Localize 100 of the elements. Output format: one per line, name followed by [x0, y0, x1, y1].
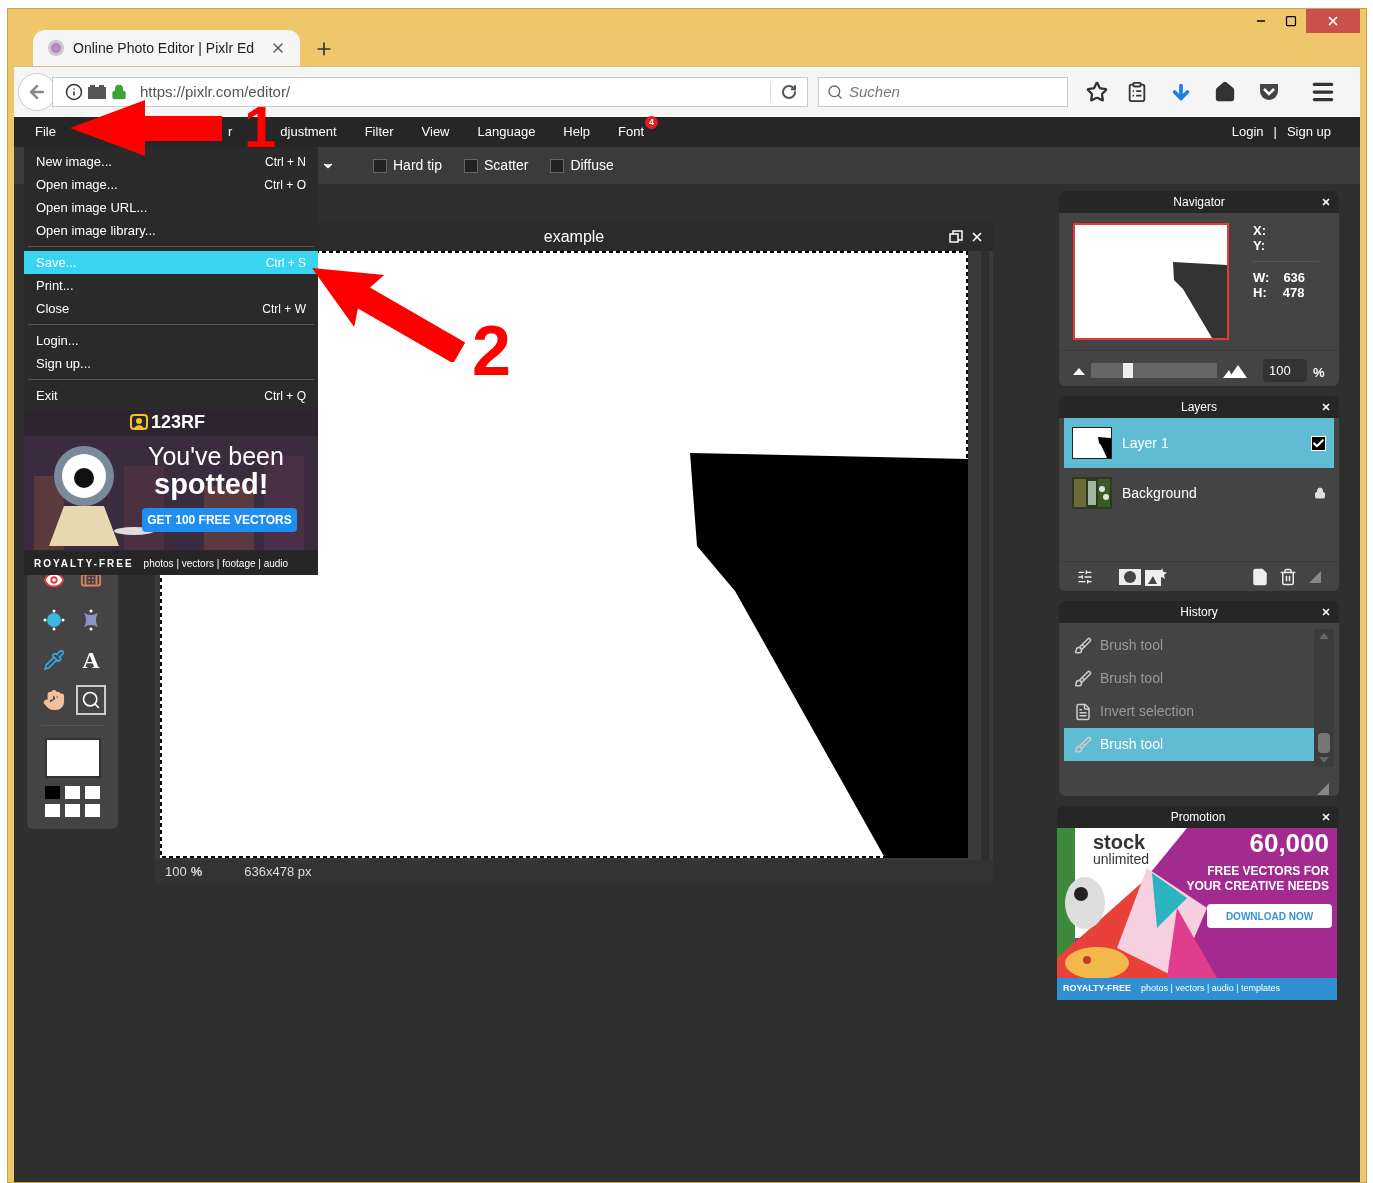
- text-tool[interactable]: A: [82, 648, 100, 672]
- checkbox[interactable]: [464, 158, 479, 173]
- download-button[interactable]: DOWNLOAD NOW: [1207, 904, 1332, 928]
- delete-icon[interactable]: [1279, 567, 1297, 586]
- zoom-slider[interactable]: [1091, 363, 1217, 379]
- url-text: https://pixlr.com/editor/: [140, 81, 291, 102]
- layer-name: Background: [1122, 483, 1197, 503]
- menu-item[interactable]: Language: [477, 122, 536, 142]
- scroll-thumb[interactable]: [1318, 733, 1330, 753]
- menu-item[interactable]: Open image library...: [24, 219, 318, 242]
- document-title: example: [543, 227, 605, 247]
- address-bar[interactable]: https://pixlr.com/editor/: [52, 77, 808, 107]
- menu-item[interactable]: Open image URL...: [24, 196, 318, 219]
- menu-item[interactable]: Exit Ctrl + Q: [24, 384, 318, 407]
- brush-icon: [1074, 735, 1092, 754]
- promo-links: photos | vectors | audio | templates: [1141, 982, 1281, 996]
- checkbox[interactable]: [550, 158, 565, 173]
- menu-item[interactable]: djustment: [280, 122, 337, 142]
- login-link[interactable]: Login: [1231, 122, 1264, 142]
- zoom-in-icon[interactable]: [1223, 363, 1247, 378]
- lock-icon: [111, 84, 127, 100]
- annotation-number: 2: [472, 316, 511, 386]
- search-field[interactable]: Suchen: [818, 77, 1068, 107]
- logo-icon: [130, 414, 148, 430]
- menu-item[interactable]: Filter: [364, 122, 394, 142]
- close-icon[interactable]: [1321, 402, 1331, 412]
- menu-item[interactable]: View: [421, 122, 450, 142]
- menu-item[interactable]: Close Ctrl + W: [24, 297, 318, 320]
- reading-list-icon[interactable]: [1126, 81, 1148, 103]
- close-icon[interactable]: [1321, 812, 1331, 822]
- layer-thumbnail: [1072, 427, 1112, 459]
- ad-tag: ROYALTY-FREE: [34, 555, 134, 571]
- visibility-checkbox[interactable]: [1311, 435, 1326, 451]
- search-icon: [827, 84, 843, 100]
- brush-icon: [1074, 669, 1092, 688]
- close-icon[interactable]: [1321, 197, 1331, 207]
- option-label: Hard tip: [393, 156, 443, 175]
- lock-icon: [1314, 487, 1326, 499]
- menu-item[interactable]: Font: [618, 122, 645, 142]
- menu-item[interactable]: Sign up...: [24, 352, 318, 375]
- signup-link[interactable]: Sign up: [1286, 122, 1331, 142]
- color-swatch[interactable]: [44, 738, 101, 778]
- ad-logo: 123RF: [151, 413, 206, 431]
- promotion-banner[interactable]: stock unlimited 60,000 FREE VECTORS FOR YOUR CREATIVE NEEDS DOWNLOAD NOW ROYALTY-FREE photos | vectors | audio | templates: [1057, 828, 1337, 1000]
- image-size: 636x478 px: [244, 863, 312, 882]
- close-icon[interactable]: [970, 230, 984, 244]
- panel-title: History: [1180, 604, 1218, 621]
- zoom-value: 100: [165, 863, 187, 882]
- color-swatch[interactable]: [65, 786, 80, 799]
- restore-icon[interactable]: [949, 230, 963, 244]
- panel-title: Layers: [1181, 399, 1217, 416]
- color-swatch[interactable]: [85, 786, 100, 799]
- zoom-out-icon[interactable]: [1073, 366, 1085, 375]
- zoom-unit: %: [1313, 364, 1325, 382]
- close-button[interactable]: [1306, 9, 1360, 33]
- color-swatch[interactable]: [85, 804, 100, 817]
- resize-handle-icon[interactable]: [1317, 783, 1329, 795]
- bookmark-icon[interactable]: [1086, 81, 1108, 103]
- menu-item[interactable]: Login...: [24, 329, 318, 352]
- tab-title: Online Photo Editor | Pixlr Ed: [73, 38, 255, 58]
- slider-thumb[interactable]: [1123, 363, 1134, 379]
- link-divider: |: [1273, 123, 1277, 142]
- history-label: Brush tool: [1100, 636, 1164, 655]
- browser-tab[interactable]: Online Photo Editor | Pixlr Ed: [33, 30, 300, 66]
- home-icon[interactable]: [1214, 81, 1236, 103]
- history-label: Invert selection: [1100, 702, 1195, 721]
- new-layer-icon[interactable]: [1251, 567, 1269, 586]
- zoom-field[interactable]: 100: [1263, 359, 1307, 383]
- menu-item[interactable]: New image... Ctrl + N: [24, 150, 318, 173]
- coordinate-label: Y:: [1253, 238, 1267, 253]
- history-label: Brush tool: [1100, 669, 1164, 688]
- layer-row[interactable]: Background: [1064, 468, 1334, 518]
- promo-tag: ROYALTY-FREE: [1063, 982, 1131, 996]
- tool-button[interactable]: A: [76, 645, 106, 675]
- promo-text: YOUR CREATIVE NEEDS: [1186, 878, 1329, 895]
- document-icon: [1074, 702, 1092, 721]
- maximize-icon[interactable]: [1285, 15, 1297, 27]
- reload-icon[interactable]: [781, 84, 797, 100]
- color-swatch[interactable]: [45, 804, 60, 817]
- checkbox[interactable]: [373, 158, 387, 173]
- resize-handle-icon[interactable]: [1309, 570, 1321, 583]
- size-value: 636: [1283, 270, 1306, 285]
- close-icon[interactable]: [1321, 607, 1331, 617]
- download-icon[interactable]: [1170, 81, 1192, 103]
- notification-badge: 4: [645, 116, 659, 130]
- panel-title: Navigator: [1173, 194, 1225, 211]
- menu-item[interactable]: Help: [563, 122, 591, 142]
- layer-style-icon[interactable]: [1145, 567, 1167, 586]
- menu-item[interactable]: r: [227, 122, 233, 142]
- menu-item[interactable]: Open image... Ctrl + O: [24, 173, 318, 196]
- panel-title: Promotion: [1170, 809, 1226, 826]
- size-value: 478: [1282, 285, 1305, 300]
- menu-item[interactable]: File: [35, 122, 56, 142]
- menu-item[interactable]: Print...: [24, 274, 318, 297]
- layer-settings-icon[interactable]: [1077, 568, 1093, 585]
- permissions-icon: [88, 85, 106, 99]
- pocket-icon[interactable]: [1258, 82, 1280, 102]
- color-swatch[interactable]: [45, 786, 60, 799]
- color-swatch[interactable]: [65, 804, 80, 817]
- mask-icon[interactable]: [1119, 568, 1141, 585]
